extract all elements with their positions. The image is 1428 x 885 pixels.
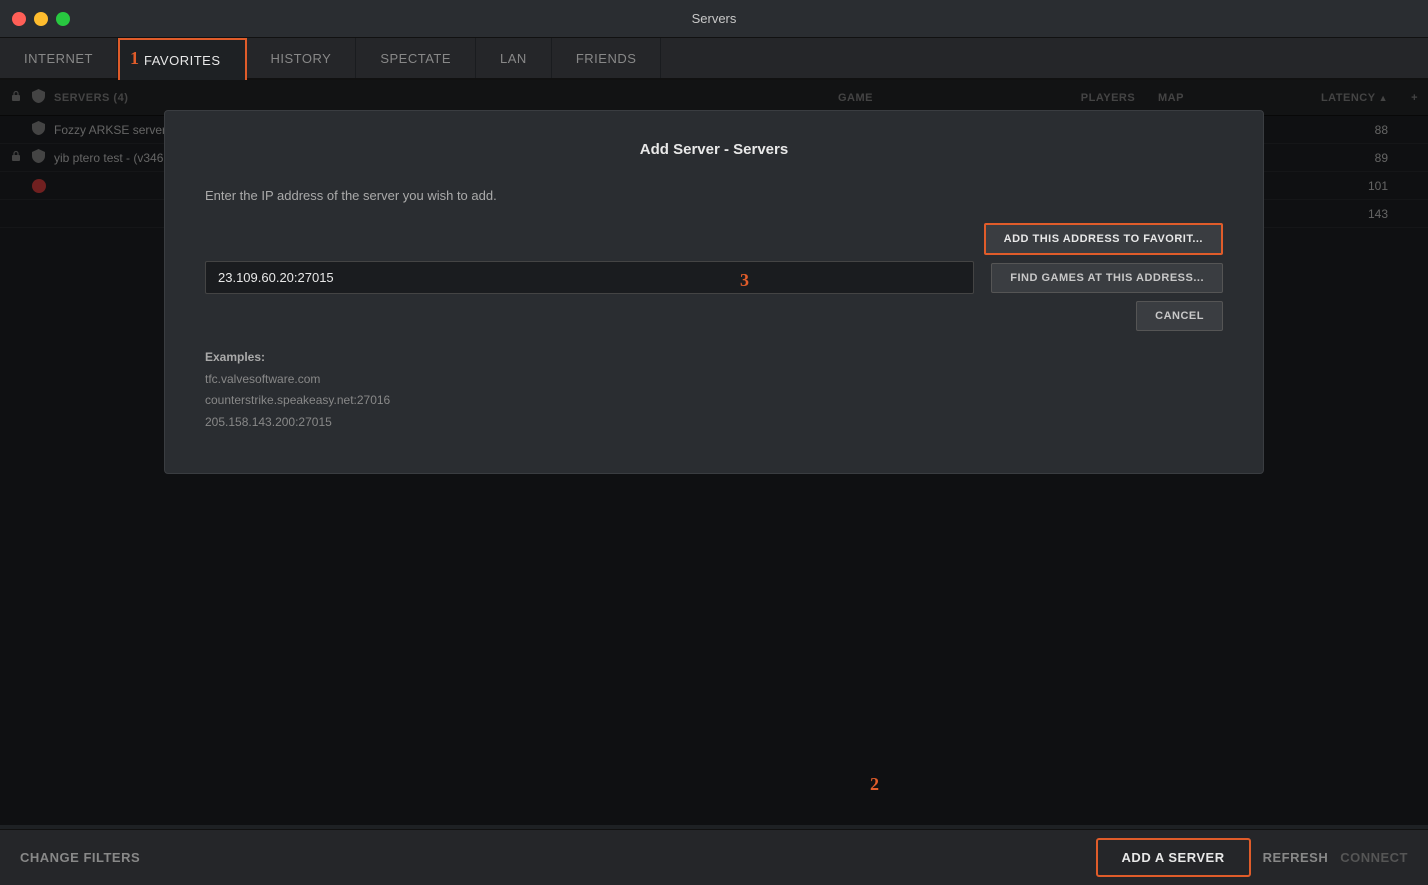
server-ip-input[interactable] — [205, 261, 974, 294]
refresh-button[interactable]: REFRESH — [1263, 840, 1329, 875]
cancel-button[interactable]: CANCEL — [1136, 301, 1223, 331]
step-2-label: 2 — [870, 774, 879, 795]
bottombar: CHANGE FILTERS ADD A SERVER REFRESH CONN… — [0, 829, 1428, 885]
change-filters-button[interactable]: CHANGE FILTERS — [20, 840, 140, 875]
window-controls — [12, 12, 70, 26]
titlebar: Servers — [0, 0, 1428, 38]
example-2: counterstrike.speakeasy.net:27016 — [205, 393, 390, 407]
add-to-favorites-button[interactable]: ADD THIS ADDRESS TO FAVORIT... — [984, 223, 1223, 255]
tabbar: INTERNET FAVORITES HISTORY SPECTATE LAN … — [0, 38, 1428, 80]
connect-button[interactable]: CONNECT — [1340, 840, 1408, 875]
tab-lan[interactable]: LAN — [476, 38, 552, 78]
modal-actions: ADD THIS ADDRESS TO FAVORIT... FIND GAME… — [984, 223, 1223, 331]
add-server-button[interactable]: ADD A SERVER — [1096, 838, 1251, 877]
modal-examples: Examples: tfc.valvesoftware.com counters… — [205, 347, 1223, 433]
window-title: Servers — [692, 11, 737, 26]
find-games-button[interactable]: FIND GAMES AT THIS ADDRESS... — [991, 263, 1223, 293]
example-1: tfc.valvesoftware.com — [205, 372, 320, 386]
step-3-label: 3 — [740, 270, 749, 291]
maximize-button[interactable] — [56, 12, 70, 26]
tab-friends[interactable]: FRIENDS — [552, 38, 662, 78]
modal-description: Enter the IP address of the server you w… — [205, 188, 1223, 203]
add-server-modal: Add Server - Servers Enter the IP addres… — [164, 110, 1264, 474]
modal-title: Add Server - Servers — [205, 141, 1223, 158]
modal-input-row: ADD THIS ADDRESS TO FAVORIT... FIND GAME… — [205, 223, 1223, 331]
tab-history[interactable]: HISTORY — [247, 38, 357, 78]
tab-spectate[interactable]: SPECTATE — [356, 38, 476, 78]
step-1-label: 1 — [130, 48, 139, 69]
tab-internet[interactable]: INTERNET — [0, 38, 118, 78]
example-3: 205.158.143.200:27015 — [205, 415, 332, 429]
close-button[interactable] — [12, 12, 26, 26]
examples-label: Examples: — [205, 350, 265, 364]
minimize-button[interactable] — [34, 12, 48, 26]
modal-overlay: Add Server - Servers Enter the IP addres… — [0, 80, 1428, 825]
